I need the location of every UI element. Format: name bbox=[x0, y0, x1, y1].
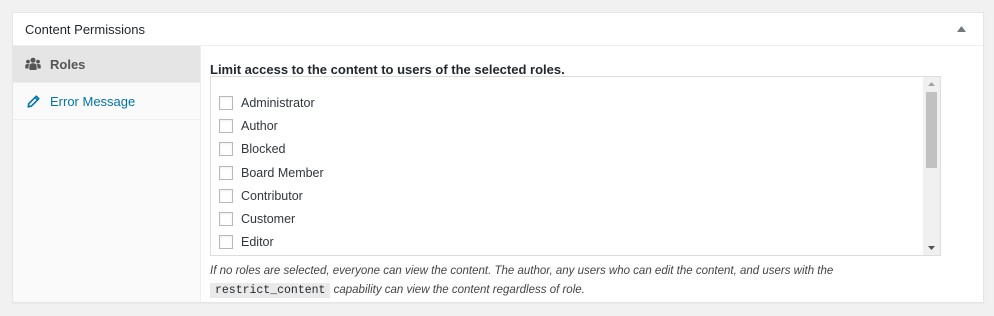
roles-scroll-box[interactable]: Administrator Author Blocked Board Membe… bbox=[210, 76, 941, 256]
metabox-inside: Roles Error Message Limit access to the … bbox=[13, 46, 983, 302]
role-checkbox-customer[interactable] bbox=[219, 212, 233, 227]
role-list: Administrator Author Blocked Board Membe… bbox=[219, 91, 324, 255]
role-checkbox-administrator[interactable] bbox=[219, 95, 233, 110]
roles-panel: Limit access to the content to users of … bbox=[210, 46, 970, 302]
content-permissions-metabox: Content Permissions Roles Error Message … bbox=[12, 12, 984, 303]
role-item: Author bbox=[219, 114, 324, 137]
role-checkbox-board-member[interactable] bbox=[219, 165, 233, 180]
help-text-before: If no roles are selected, everyone can v… bbox=[210, 265, 834, 277]
scroll-down-arrow-icon[interactable] bbox=[923, 241, 940, 255]
role-item: Customer bbox=[219, 207, 324, 230]
role-checkbox-contributor[interactable] bbox=[219, 188, 233, 203]
pencil-icon bbox=[25, 93, 41, 109]
roles-heading: Limit access to the content to users of … bbox=[210, 62, 565, 77]
role-checkbox-blocked[interactable] bbox=[219, 142, 233, 157]
role-item: Contributor bbox=[219, 184, 324, 207]
tab-roles-label: Roles bbox=[50, 56, 86, 72]
scrollbar-thumb[interactable] bbox=[926, 92, 937, 168]
role-item: Administrator bbox=[219, 91, 324, 114]
role-item-partial bbox=[219, 254, 324, 255]
role-label: Blocked bbox=[241, 142, 286, 157]
role-label: Contributor bbox=[241, 188, 303, 203]
users-icon bbox=[25, 56, 41, 72]
tab-error-message-label: Error Message bbox=[50, 93, 136, 109]
metabox-header: Content Permissions bbox=[13, 13, 983, 46]
role-item: Board Member bbox=[219, 161, 324, 184]
role-item: Editor bbox=[219, 231, 324, 254]
role-label: Editor bbox=[241, 235, 274, 250]
metabox-title: Content Permissions bbox=[25, 21, 145, 37]
tab-error-message[interactable]: Error Message bbox=[13, 83, 200, 120]
capability-code: restrict_content bbox=[210, 283, 331, 298]
tab-roles[interactable]: Roles bbox=[13, 46, 200, 83]
triangle-up-icon bbox=[956, 26, 966, 32]
help-text-after: capability can view the content regardle… bbox=[333, 284, 585, 296]
role-label: Customer bbox=[241, 212, 296, 227]
scroll-up-arrow-icon[interactable] bbox=[923, 77, 940, 91]
collapse-toggle-button[interactable] bbox=[951, 19, 971, 39]
role-label: Author bbox=[241, 118, 278, 133]
role-label: Administrator bbox=[241, 95, 315, 110]
vertical-scrollbar[interactable] bbox=[923, 77, 940, 255]
role-label: Board Member bbox=[241, 165, 324, 180]
tab-list: Roles Error Message bbox=[13, 46, 201, 302]
role-checkbox-editor[interactable] bbox=[219, 235, 233, 250]
role-checkbox-author[interactable] bbox=[219, 118, 233, 133]
roles-help-text: If no roles are selected, everyone can v… bbox=[210, 262, 950, 300]
role-item: Blocked bbox=[219, 138, 324, 161]
